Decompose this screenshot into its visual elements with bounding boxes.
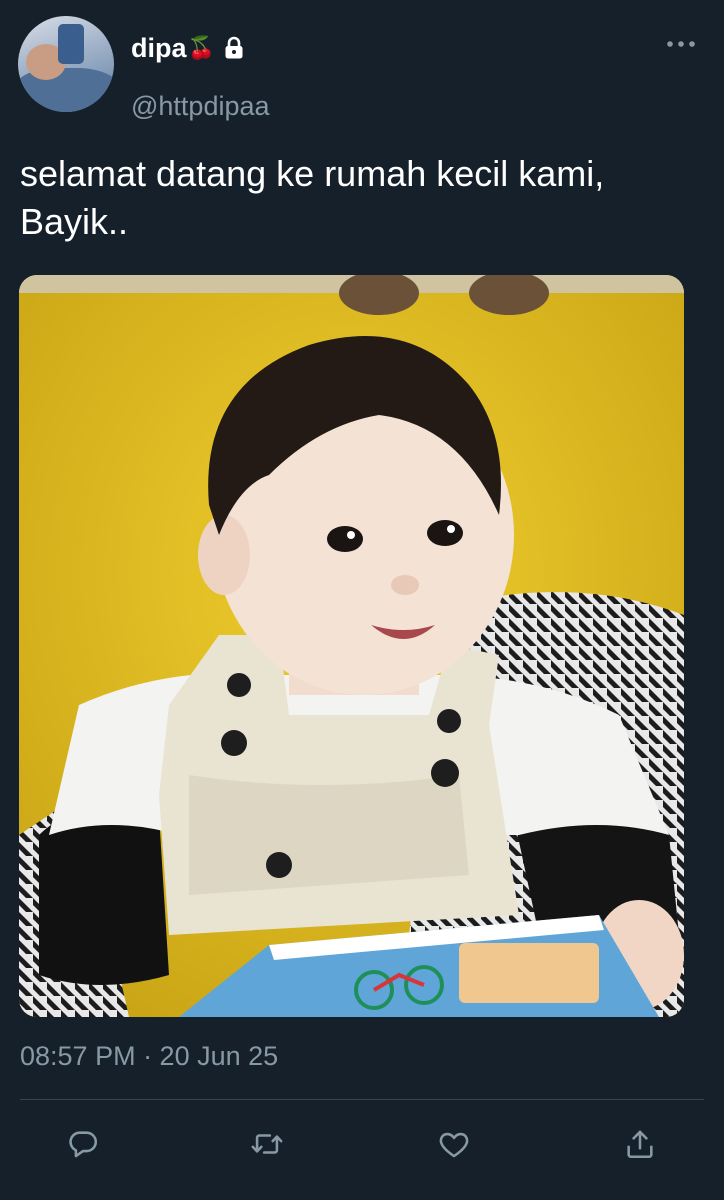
- tweet-photo[interactable]: [19, 275, 684, 1017]
- share-button[interactable]: [618, 1122, 662, 1166]
- retweet-button[interactable]: [245, 1122, 289, 1166]
- avatar[interactable]: [18, 16, 114, 112]
- more-horizontal-icon: [667, 41, 695, 47]
- heart-icon: [439, 1132, 469, 1158]
- retweet-icon: [251, 1134, 283, 1154]
- tweet-text: selamat datang ke rumah kecil kami, Bayi…: [20, 153, 605, 242]
- photo-toddler-on-yellow-sofa: [19, 275, 684, 1017]
- share-icon: [627, 1130, 653, 1159]
- reply-icon: [69, 1131, 98, 1158]
- divider: [20, 1099, 704, 1100]
- cherry-emoji: 🍒: [187, 35, 215, 60]
- tweet-actions-bar: [0, 1118, 724, 1166]
- reply-button[interactable]: [61, 1122, 105, 1166]
- author-handle[interactable]: @httpdipaa: [131, 88, 270, 124]
- avatar-phone: [58, 24, 84, 64]
- author-name-row[interactable]: dipa 🍒: [131, 30, 245, 66]
- like-button[interactable]: [432, 1122, 476, 1166]
- lock-icon: [223, 36, 245, 60]
- tweet-timestamp[interactable]: 08:57 PM · 20 Jun 25: [20, 1036, 278, 1076]
- display-name[interactable]: dipa: [131, 30, 187, 66]
- more-options-button[interactable]: [666, 32, 696, 56]
